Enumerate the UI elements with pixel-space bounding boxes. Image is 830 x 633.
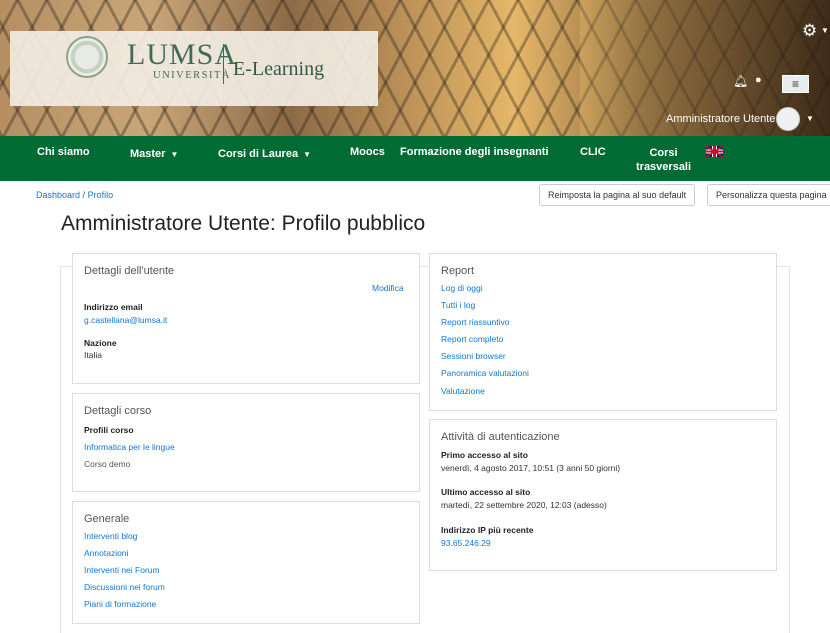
last-access-label: Ultimo accesso al sito: [441, 487, 531, 497]
gear-icon[interactable]: ⚙: [802, 22, 817, 39]
nav-item-corsi-trasversali[interactable]: Corsi trasversali: [636, 146, 691, 174]
report-link[interactable]: Report completo: [441, 334, 503, 344]
nav-item-moocs[interactable]: Moocs: [350, 146, 385, 158]
uk-flag-icon[interactable]: [706, 146, 723, 157]
nav-label: Master: [130, 148, 166, 160]
reset-page-button[interactable]: Reimposta la pagina al suo default: [539, 184, 696, 206]
customize-page-button[interactable]: Personalizza questa pagina: [707, 184, 830, 206]
email-label: Indirizzo email: [84, 302, 143, 312]
menu-toggle-button[interactable]: ≡: [782, 75, 809, 93]
course-demo: Corso demo: [84, 459, 131, 469]
page-title: Amministratore Utente: Profilo pubblico: [61, 212, 426, 235]
first-access-label: Primo accesso al sito: [441, 450, 528, 460]
nav-label: Chi siamo: [37, 146, 90, 158]
report-link[interactable]: Log di oggi: [441, 283, 483, 293]
nav-item-clic[interactable]: CLIC: [580, 146, 606, 158]
country-label: Nazione: [84, 338, 117, 348]
last-access-value: martedì, 22 settembre 2020, 12:03 (adess…: [441, 500, 607, 510]
nav-label: Formazione degli insegnanti: [400, 146, 549, 158]
breadcrumb-separator: /: [82, 190, 86, 200]
nav-label-line2: trasversali: [636, 161, 692, 173]
country-value: Italia: [84, 350, 102, 360]
report-title: Report: [441, 265, 475, 277]
page: LUMSA UNIVERSITÀ E-Learning ⚙ ▼ 🔔︎ ● ≡ A…: [0, 0, 830, 633]
nav-item-formazione-insegnanti[interactable]: Formazione degli insegnanti: [400, 146, 549, 158]
menu-icon: ≡: [791, 77, 799, 91]
nav-item-chi-siamo[interactable]: Chi siamo: [37, 146, 90, 158]
course-link[interactable]: Informatica per le lingue: [84, 442, 175, 452]
user-menu-name[interactable]: Amministratore Utente: [666, 113, 775, 125]
general-title: Generale: [84, 513, 130, 525]
chat-icon[interactable]: ●: [755, 74, 762, 86]
brand-logo: LUMSA UNIVERSITÀ: [127, 38, 238, 82]
general-link[interactable]: Discussioni nei forum: [84, 582, 165, 592]
course-profiles-label: Profili corso: [84, 425, 134, 435]
user-menu-chevron-down-icon[interactable]: ▼: [806, 114, 814, 123]
report-link[interactable]: Report riassuntivo: [441, 317, 510, 327]
breadcrumb-profile[interactable]: Profilo: [88, 190, 114, 200]
nav-label: CLIC: [580, 146, 606, 158]
chevron-down-icon: ▼: [303, 150, 311, 159]
nav-item-master[interactable]: Master ▼: [130, 148, 178, 160]
ip-label: Indirizzo IP più recente: [441, 525, 534, 535]
nav-label-line1: Corsi: [649, 147, 678, 159]
email-link[interactable]: g.castellana@lumsa.it: [84, 315, 167, 325]
main-navigation: [0, 136, 830, 181]
brand-name: LUMSA: [127, 38, 238, 71]
report-link[interactable]: Tutti i log: [441, 300, 475, 310]
edit-profile-link[interactable]: Modifica: [372, 283, 404, 293]
general-link[interactable]: Interventi blog: [84, 531, 137, 541]
course-details-title: Dettagli corso: [84, 405, 152, 417]
brand-divider: [223, 44, 224, 84]
breadcrumb-dashboard[interactable]: Dashboard: [36, 190, 80, 200]
product-name: E-Learning: [233, 58, 325, 80]
brand-subtitle: UNIVERSITÀ: [153, 70, 231, 81]
nav-label: Corsi di Laurea: [218, 148, 299, 160]
nav-label: Moocs: [350, 146, 385, 158]
chevron-down-icon[interactable]: ▼: [821, 26, 829, 35]
nav-item-corsi-di-laurea[interactable]: Corsi di Laurea ▼: [218, 148, 311, 160]
bell-icon[interactable]: 🔔︎: [733, 74, 748, 88]
report-link[interactable]: Sessioni browser: [441, 351, 506, 361]
breadcrumb: Dashboard / Profilo: [36, 190, 113, 200]
report-link[interactable]: Valutazione: [441, 386, 485, 396]
avatar[interactable]: [776, 107, 800, 131]
general-link[interactable]: Annotazioni: [84, 548, 128, 558]
ip-link[interactable]: 93.65.246.29: [441, 538, 491, 548]
user-details-title: Dettagli dell'utente: [84, 265, 175, 277]
general-link[interactable]: Interventi nei Forum: [84, 565, 160, 575]
general-link[interactable]: Piani di formazione: [84, 599, 156, 609]
report-link[interactable]: Panoramica valutazioni: [441, 368, 529, 378]
chevron-down-icon: ▼: [170, 150, 179, 159]
university-seal-icon: [66, 36, 108, 78]
auth-activity-title: Attività di autenticazione: [441, 431, 560, 443]
first-access-value: venerdì, 4 agosto 2017, 10:51 (3 anni 50…: [441, 463, 621, 473]
